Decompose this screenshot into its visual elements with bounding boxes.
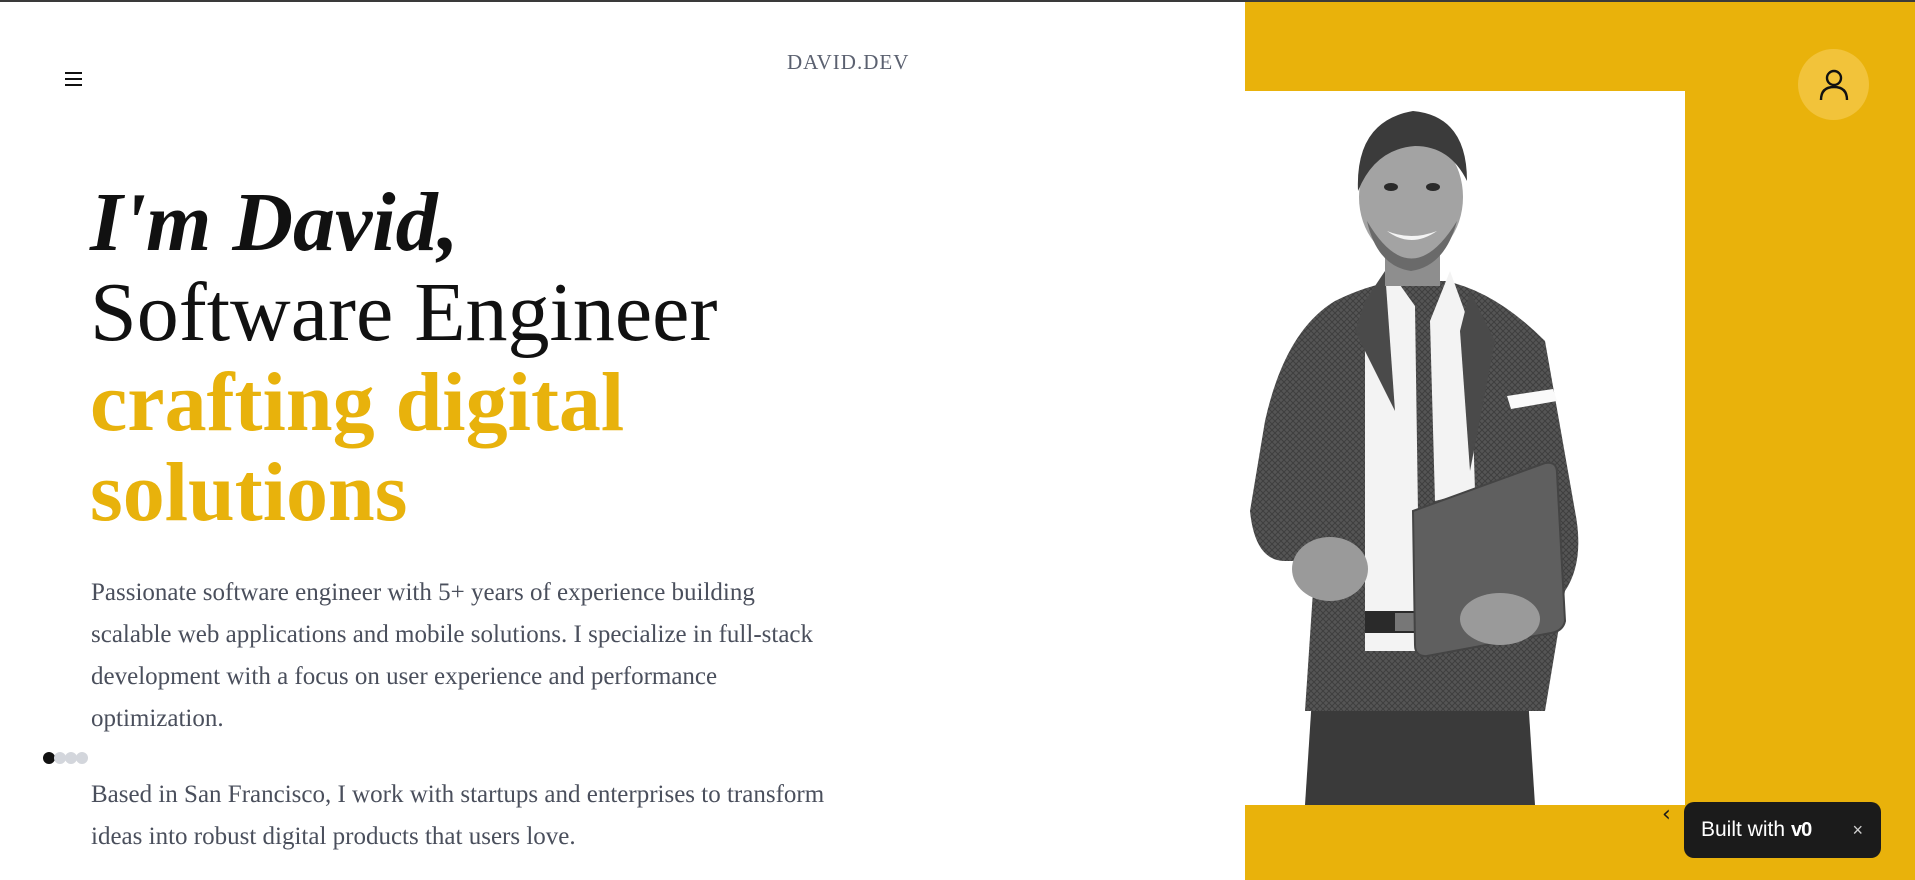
person-illustration xyxy=(1250,111,1579,805)
hero-role: Software Engineer xyxy=(90,266,718,359)
location-paragraph: Based in San Francisco, I work with star… xyxy=(91,781,825,850)
intro-paragraph: Passionate software engineer with 5+ yea… xyxy=(91,579,814,732)
carousel-dot[interactable] xyxy=(76,752,88,764)
badge-label: Built with xyxy=(1701,818,1786,841)
hamburger-menu-button[interactable] xyxy=(58,66,88,92)
carousel-dots xyxy=(43,752,88,764)
user-icon xyxy=(1819,69,1848,100)
site-brand[interactable]: DAVID.DEV xyxy=(787,50,909,75)
hero-tagline: crafting digital solutions xyxy=(90,356,625,539)
portrait-photo xyxy=(1245,91,1685,805)
built-with-badge[interactable]: Built with v0 × xyxy=(1684,802,1881,858)
hero-greeting: I'm David, xyxy=(90,176,459,269)
chevron-left-icon[interactable]: ‹ xyxy=(1662,804,1671,826)
profile-button[interactable] xyxy=(1798,49,1869,120)
v0-logo: v0 xyxy=(1791,818,1812,841)
menu-bar xyxy=(64,84,82,86)
close-icon[interactable]: × xyxy=(1852,820,1863,841)
hero-heading: I'm David, Software Engineer crafting di… xyxy=(90,178,870,538)
menu-bar xyxy=(64,78,82,80)
menu-bar xyxy=(64,72,82,74)
